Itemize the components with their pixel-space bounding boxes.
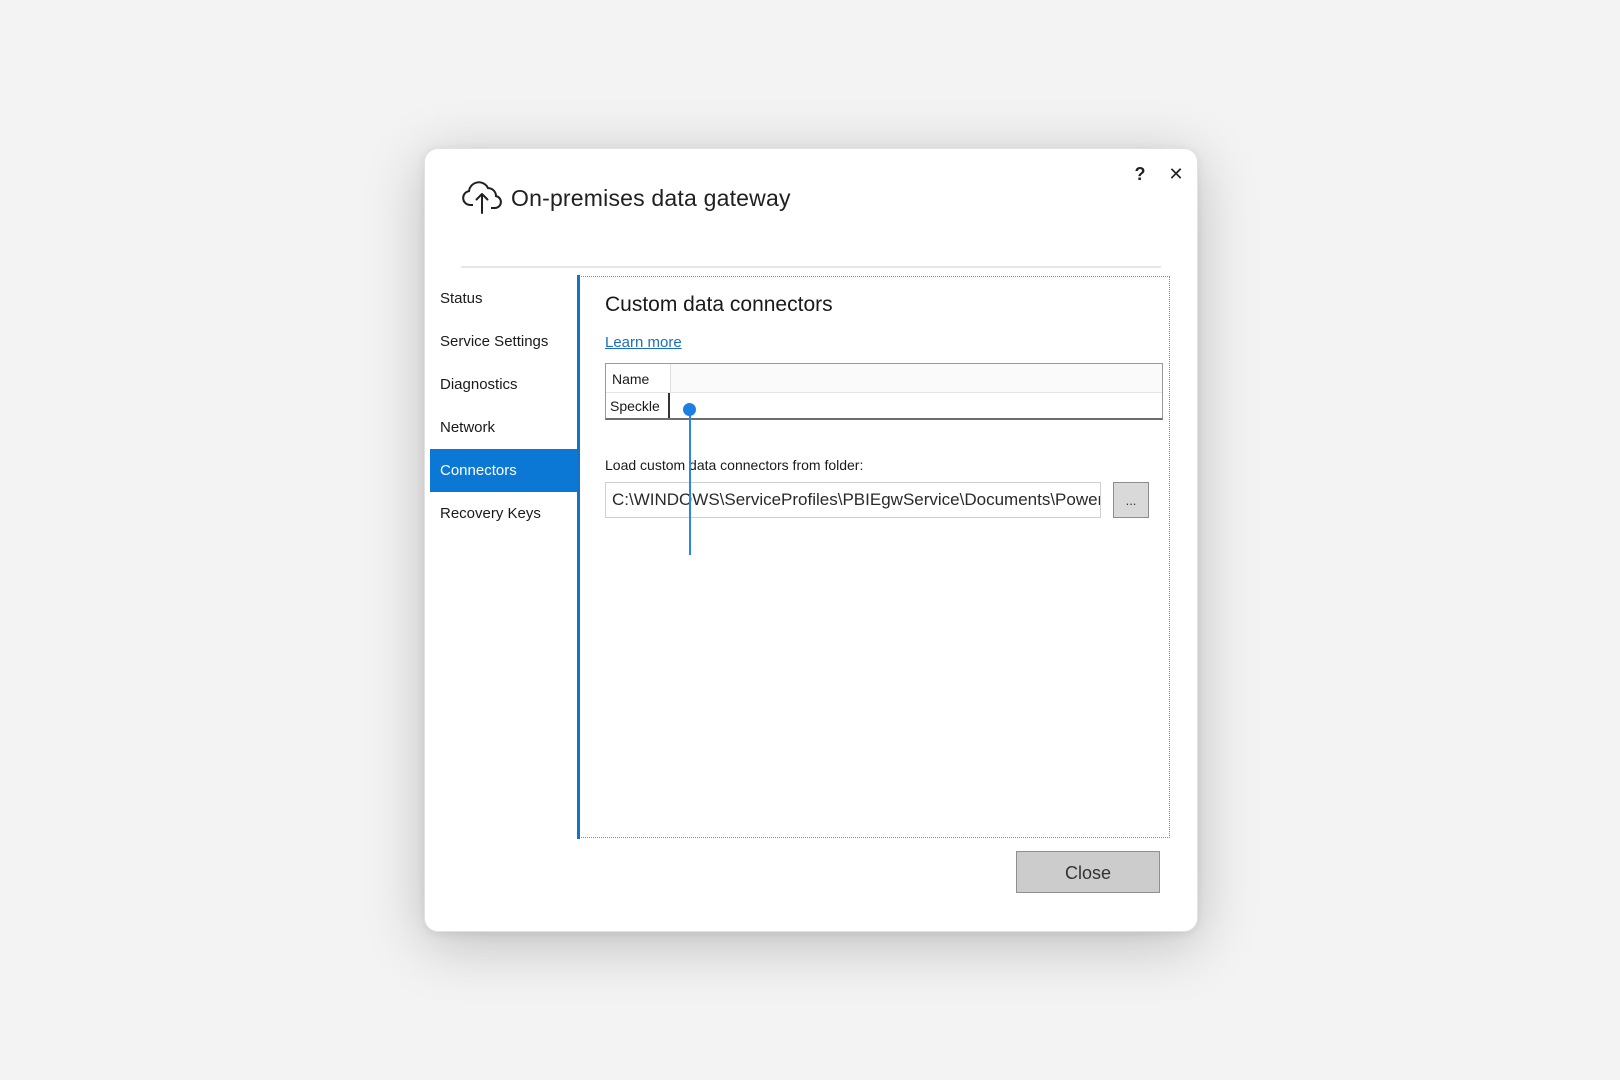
page-title: Custom data connectors (605, 293, 833, 316)
cloud-upload-icon (462, 181, 502, 214)
help-button[interactable]: ? (1127, 161, 1153, 187)
nav-divider (577, 275, 580, 839)
folder-label: Load custom data connectors from folder: (605, 457, 864, 473)
sidebar-item-service-settings[interactable]: Service Settings (430, 320, 578, 363)
table-header-fill (671, 364, 1162, 392)
folder-path-input[interactable]: C:\WINDOWS\ServiceProfiles\PBIEgwService… (605, 482, 1101, 518)
title-separator (461, 266, 1161, 268)
text-cursor-indicator-dot (683, 403, 696, 416)
sidebar-item-recovery-keys[interactable]: Recovery Keys (430, 492, 578, 535)
sidebar-item-network[interactable]: Network (430, 406, 578, 449)
close-button[interactable]: Close (1016, 851, 1160, 893)
connectors-panel: Custom data connectors Learn more Name S… (581, 276, 1170, 838)
sidebar-item-connectors[interactable]: Connectors (430, 449, 578, 492)
column-header-name[interactable]: Name (606, 364, 671, 392)
sidebar-item-diagnostics[interactable]: Diagnostics (430, 363, 578, 406)
sidebar-nav: Status Service Settings Diagnostics Netw… (430, 277, 578, 535)
table-cell-name[interactable]: Speckle (606, 393, 670, 418)
text-cursor-indicator-line (689, 407, 691, 555)
sidebar-item-status[interactable]: Status (430, 277, 578, 320)
learn-more-link[interactable]: Learn more (605, 334, 682, 351)
dialog-title: On-premises data gateway (511, 185, 791, 211)
table-header: Name (606, 364, 1162, 393)
browse-button[interactable]: ... (1113, 482, 1149, 518)
close-window-button[interactable]: ✕ (1163, 161, 1189, 187)
gateway-dialog: On-premises data gateway ? ✕ Status Serv… (424, 148, 1198, 932)
